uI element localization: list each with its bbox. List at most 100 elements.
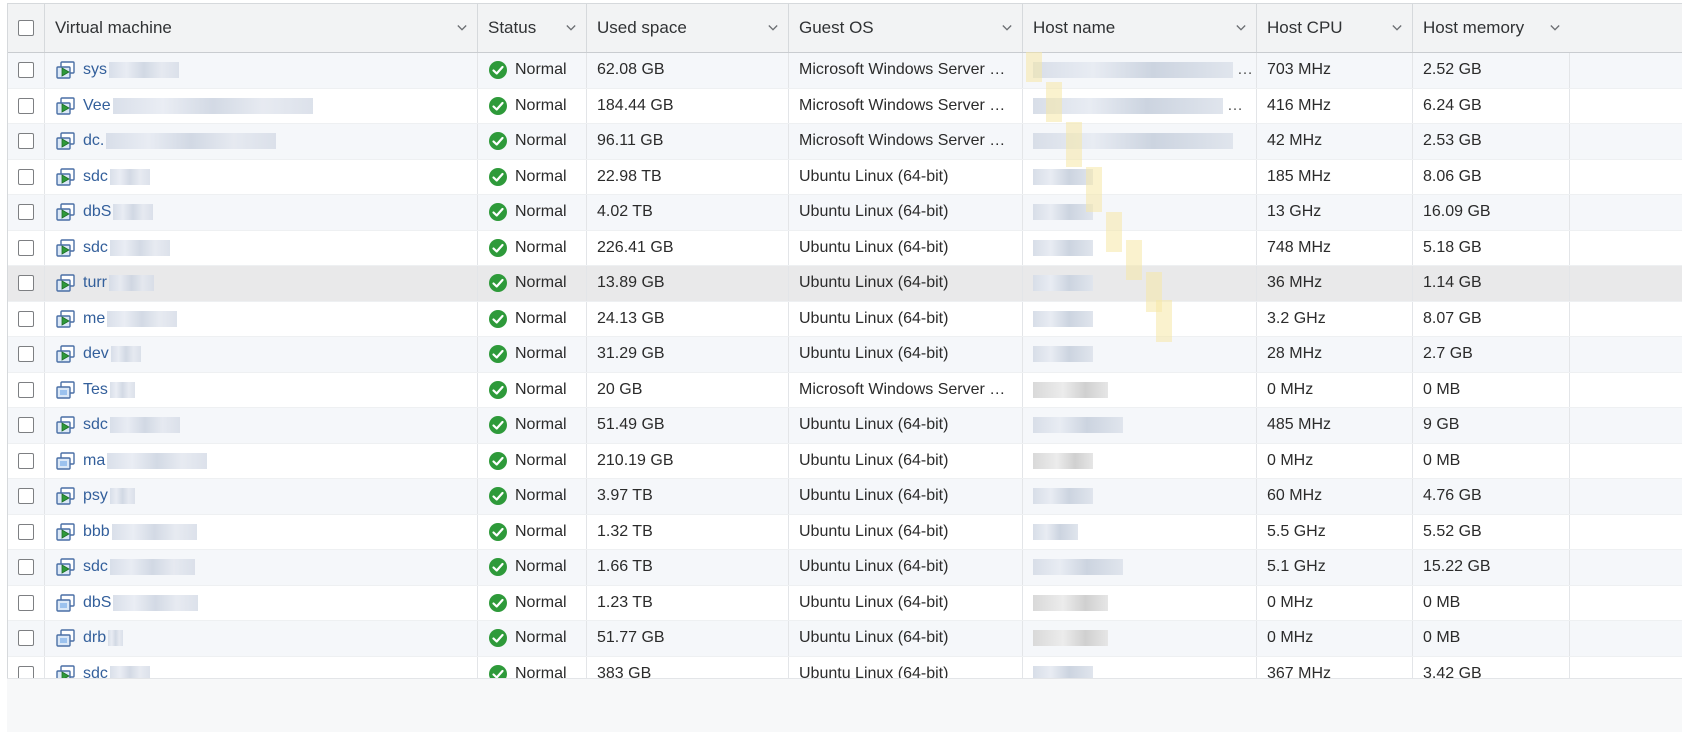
row-checkbox[interactable]	[18, 594, 34, 611]
vm-name-link[interactable]: bbb	[83, 523, 110, 541]
table-row[interactable]: drb Normal 51.77 GB Ubuntu Linux (64-bit…	[8, 621, 1682, 657]
vm-name-link[interactable]: sdc	[83, 239, 108, 257]
chevron-down-icon[interactable]	[1392, 23, 1402, 33]
row-checkbox[interactable]	[18, 275, 34, 292]
used-space-value: 62.08 GB	[597, 61, 665, 79]
column-header-virtual-machine[interactable]: Virtual machine	[45, 4, 478, 52]
check-circle-icon	[489, 558, 507, 577]
vm-name-link[interactable]: dbS	[83, 203, 111, 221]
column-header-host-cpu[interactable]: Host CPU	[1257, 4, 1413, 52]
table-row[interactable]: sdc Normal 1.66 TB Ubuntu Linux (64-bit)…	[8, 550, 1682, 586]
row-checkbox[interactable]	[18, 204, 34, 221]
row-checkbox[interactable]	[18, 630, 34, 647]
vm-name-link[interactable]: me	[83, 310, 105, 328]
table-row[interactable]: sys Normal 62.08 GB Microsoft Windows Se…	[8, 53, 1682, 89]
chevron-down-icon[interactable]	[1236, 23, 1246, 33]
host-memory-value: 5.18 GB	[1423, 238, 1482, 256]
status-text: Normal	[515, 238, 567, 256]
vm-name-link[interactable]: dbS	[83, 594, 111, 612]
vm-name-link[interactable]: Tes	[83, 381, 108, 399]
table-row[interactable]: me Normal 24.13 GB Ubuntu Linux (64-bit)…	[8, 301, 1682, 337]
status-cell: Normal	[478, 301, 587, 336]
redacted-host	[1033, 417, 1123, 434]
vm-name-link[interactable]: turr	[83, 274, 107, 292]
row-checkbox[interactable]	[18, 239, 34, 256]
guest-os-cell: Microsoft Windows Server 2016 (64-bit)	[789, 88, 1023, 123]
vm-name-link[interactable]: sdc	[83, 168, 108, 186]
chevron-down-icon[interactable]	[1550, 23, 1560, 33]
vm-name-link[interactable]: sdc	[83, 558, 108, 576]
chevron-down-icon[interactable]	[1002, 23, 1012, 33]
column-header-host-name[interactable]: Host name	[1023, 4, 1257, 52]
row-checkbox[interactable]	[18, 310, 34, 327]
chevron-down-icon[interactable]	[768, 23, 778, 33]
redacted-text	[112, 97, 313, 114]
chevron-down-icon[interactable]	[457, 23, 467, 33]
column-header-host-memory[interactable]: Host memory	[1413, 4, 1570, 52]
table-row[interactable]: dev Normal 31.29 GB Ubuntu Linux (64-bit…	[8, 337, 1682, 373]
column-label: Host CPU	[1267, 18, 1343, 37]
redacted-host	[1033, 488, 1093, 505]
chevron-down-icon[interactable]	[566, 23, 576, 33]
vm-name-link[interactable]: psy	[83, 487, 108, 505]
row-select-cell	[8, 550, 45, 585]
row-checkbox[interactable]	[18, 488, 34, 505]
host-name-cell	[1023, 195, 1257, 230]
table-row[interactable]: dbS Normal 1.23 TB Ubuntu Linux (64-bit)…	[8, 585, 1682, 621]
table-row[interactable]: dc. Normal 96.11 GB Microsoft Windows Se…	[8, 124, 1682, 160]
used-space-value: 24.13 GB	[597, 309, 665, 327]
row-checkbox[interactable]	[18, 168, 34, 185]
row-checkbox[interactable]	[18, 452, 34, 469]
table-row[interactable]: psy Normal 3.97 TB Ubuntu Linux (64-bit)…	[8, 479, 1682, 515]
host-memory-value: 8.07 GB	[1423, 309, 1482, 327]
row-select-cell	[8, 124, 45, 159]
vm-name-cell: sdc	[45, 159, 478, 194]
used-space-cell: 51.49 GB	[587, 408, 789, 443]
host-memory-cell: 2.52 GB	[1413, 53, 1570, 88]
guest-os-value: Ubuntu Linux (64-bit)	[799, 487, 949, 505]
vm-name-link[interactable]: dc.	[83, 132, 104, 150]
status-text: Normal	[515, 451, 567, 469]
redacted-host	[1033, 62, 1233, 79]
redacted-text	[107, 452, 208, 469]
row-checkbox[interactable]	[18, 559, 34, 576]
vm-name-link[interactable]: ma	[83, 452, 105, 470]
column-header-used-space[interactable]: Used space	[587, 4, 789, 52]
redacted-text	[113, 204, 154, 221]
table-row[interactable]: ma Normal 210.19 GB Ubuntu Linux (64-bit…	[8, 443, 1682, 479]
status-cell: Normal	[478, 408, 587, 443]
used-space-cell: 1.66 TB	[587, 550, 789, 585]
host-name-cell	[1023, 514, 1257, 549]
row-checkbox[interactable]	[18, 133, 34, 150]
vm-name-link[interactable]: drb	[83, 629, 106, 647]
used-space-value: 1.23 TB	[597, 593, 653, 611]
table-row[interactable]: turr Normal 13.89 GB Ubuntu Linux (64-bi…	[8, 266, 1682, 302]
table-row[interactable]: Tes Normal 20 GB Microsoft Windows Serve…	[8, 372, 1682, 408]
table-row[interactable]: sdc Normal 226.41 GB Ubuntu Linux (64-bi…	[8, 230, 1682, 266]
row-checkbox[interactable]	[18, 417, 34, 434]
host-memory-cell: 6.24 GB	[1413, 88, 1570, 123]
redacted-text	[109, 275, 154, 292]
vm-powered-on-icon	[56, 168, 75, 186]
row-checkbox[interactable]	[18, 97, 34, 114]
host-cpu-value: 0 MHz	[1267, 380, 1314, 398]
row-checkbox[interactable]	[18, 381, 34, 398]
row-checkbox[interactable]	[18, 346, 34, 363]
guest-os-cell: Ubuntu Linux (64-bit)	[789, 550, 1023, 585]
column-header-guest-os[interactable]: Guest OS	[789, 4, 1023, 52]
vm-name-link[interactable]: dev	[83, 345, 109, 363]
vm-name-cell: sys	[45, 53, 478, 88]
column-header-status[interactable]: Status	[478, 4, 587, 52]
table-row[interactable]: sdc Normal 22.98 TB Ubuntu Linux (64-bit…	[8, 159, 1682, 195]
table-row[interactable]: Vee Normal 184.44 GB Microsoft Windows S…	[8, 88, 1682, 124]
table-row[interactable]: dbS Normal 4.02 TB Ubuntu Linux (64-bit)…	[8, 195, 1682, 231]
table-row[interactable]: bbb Normal 1.32 TB Ubuntu Linux (64-bit)…	[8, 514, 1682, 550]
vm-name-link[interactable]: sdc	[83, 416, 108, 434]
vm-name-link[interactable]: Vee	[83, 97, 111, 115]
row-checkbox[interactable]	[18, 523, 34, 540]
table-row[interactable]: sdc Normal 51.49 GB Ubuntu Linux (64-bit…	[8, 408, 1682, 444]
select-all-checkbox[interactable]	[18, 20, 34, 36]
host-memory-cell: 0 MB	[1413, 443, 1570, 478]
vm-name-link[interactable]: sys	[83, 61, 107, 79]
row-checkbox[interactable]	[18, 62, 34, 79]
